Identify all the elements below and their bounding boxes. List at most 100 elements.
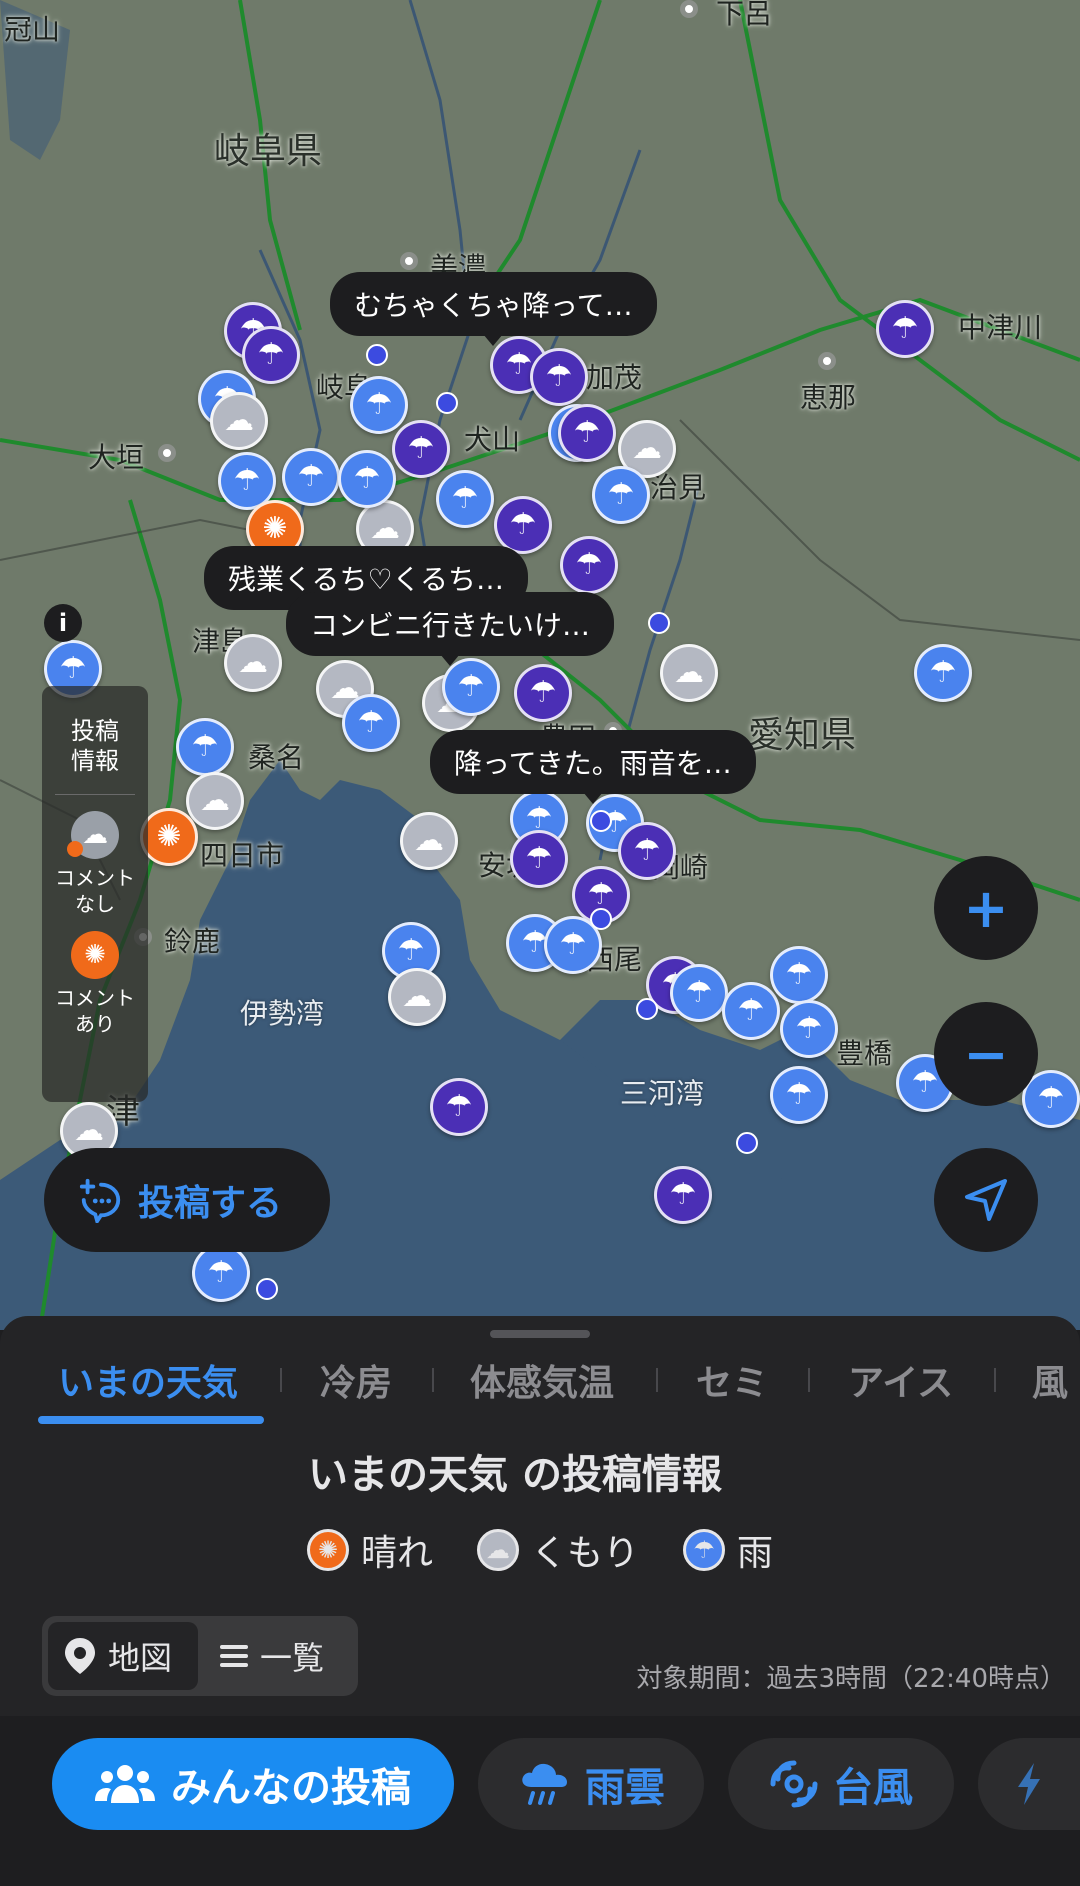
place-label: 桑名 xyxy=(248,741,305,774)
comment-bubble[interactable]: むちゃくちゃ降って… xyxy=(330,272,657,346)
rain-pin[interactable]: ☂ xyxy=(592,466,650,524)
comment-bubble[interactable]: コンビニ行きたいけ… xyxy=(286,592,615,666)
cloud-pin[interactable]: ☁ xyxy=(388,968,446,1026)
target-period-text: 対象期間：過去3時間（22:40時点） xyxy=(636,1664,1066,1694)
heavy-rain-pin[interactable]: ☂ xyxy=(558,404,616,462)
sun-icon: ✺ xyxy=(71,931,119,979)
map-view-label: 地図 xyxy=(108,1639,173,1677)
everyone-posts-label: みんなの投稿 xyxy=(171,1765,411,1811)
small-post-marker[interactable] xyxy=(256,1278,278,1300)
tab-cicada[interactable]: セミ xyxy=(696,1354,768,1406)
lightning-icon xyxy=(1018,1763,1040,1805)
small-post-marker[interactable] xyxy=(636,998,658,1020)
key-rain-label: 雨 xyxy=(737,1533,774,1574)
map-view-button[interactable]: 地図 xyxy=(48,1622,198,1690)
place-label: 大垣 xyxy=(88,441,145,474)
tab-divider xyxy=(808,1368,810,1392)
place-label: 加茂 xyxy=(586,361,643,394)
people-icon xyxy=(95,1765,155,1803)
legend-with-comment-label: コメントあり xyxy=(55,986,135,1036)
small-post-marker[interactable] xyxy=(590,908,612,930)
rain-pin[interactable]: ☂ xyxy=(780,1000,838,1058)
cloud-pin[interactable]: ☁ xyxy=(186,772,244,830)
heavy-rain-pin[interactable]: ☂ xyxy=(618,822,676,880)
typhoon-icon xyxy=(770,1760,818,1808)
rain-cloud-button[interactable]: 雨雲 xyxy=(478,1738,704,1830)
rain-cloud-label: 雨雲 xyxy=(585,1765,665,1811)
heavy-rain-pin[interactable]: ☂ xyxy=(494,496,552,554)
small-post-marker[interactable] xyxy=(736,1132,758,1154)
legend-divider xyxy=(55,794,135,795)
place-label: 豊橋 xyxy=(836,1037,893,1070)
list-view-button[interactable]: 一覧 xyxy=(218,1622,358,1690)
heavy-rain-pin[interactable]: ☂ xyxy=(430,1078,488,1136)
rain-pin[interactable]: ☂ xyxy=(342,694,400,752)
category-tabs: いまの天気 冷房 体感気温 セミ アイス 風 xyxy=(0,1354,1080,1424)
no-comment-dot-icon xyxy=(67,841,83,857)
rain-pin[interactable]: ☂ xyxy=(722,982,780,1040)
cloud-pin[interactable]: ☁ xyxy=(660,644,718,702)
rain-pin[interactable]: ☂ xyxy=(770,946,828,1004)
navigation-arrow-icon xyxy=(965,1179,1007,1221)
cloud-pin[interactable]: ☁ xyxy=(224,634,282,692)
heavy-rain-pin[interactable]: ☂ xyxy=(560,536,618,594)
rain-pin[interactable]: ☂ xyxy=(436,470,494,528)
key-cloudy-label: くもり xyxy=(530,1533,639,1574)
tab-divider xyxy=(280,1368,282,1392)
bay-label: 三河湾 xyxy=(620,1077,705,1110)
sun-icon: ✺ xyxy=(306,1529,349,1571)
rain-pin[interactable]: ☂ xyxy=(770,1066,828,1124)
rain-pin[interactable]: ☂ xyxy=(442,658,500,716)
sheet-drag-handle[interactable] xyxy=(490,1330,590,1338)
heavy-rain-pin[interactable]: ☂ xyxy=(514,664,572,722)
weather-map[interactable]: 冠山 下呂 岐阜県 美濃 岐阜 大垣 加茂 犬山 多治見 中津川 恵那 津島 豊… xyxy=(0,0,1080,1330)
typhoon-button[interactable]: 台風 xyxy=(728,1738,954,1830)
rain-pin[interactable]: ☂ xyxy=(192,1244,250,1302)
tab-divider xyxy=(994,1368,996,1392)
tab-ice-cream[interactable]: アイス xyxy=(848,1354,953,1406)
small-post-marker[interactable] xyxy=(590,810,612,832)
current-location-button[interactable] xyxy=(934,1148,1038,1252)
rain-pin[interactable]: ☂ xyxy=(670,964,728,1022)
post-button[interactable]: 投稿する xyxy=(44,1148,330,1252)
rain-pin[interactable]: ☂ xyxy=(914,644,972,702)
comment-bubble[interactable]: 降ってきた。雨音を… xyxy=(430,730,756,804)
lightning-button[interactable] xyxy=(978,1738,1080,1830)
tab-current-weather[interactable]: いまの天気 xyxy=(58,1354,238,1406)
place-label: 鈴鹿 xyxy=(164,925,221,958)
heavy-rain-pin[interactable]: ☂ xyxy=(654,1166,712,1224)
place-label: 中津川 xyxy=(958,311,1043,344)
zoom-out-button[interactable]: − xyxy=(934,1002,1038,1106)
city-dot xyxy=(818,352,836,370)
heavy-rain-pin[interactable]: ☂ xyxy=(510,830,568,888)
small-post-marker[interactable] xyxy=(648,612,670,634)
umbrella-icon: ☂ xyxy=(683,1529,725,1571)
place-label: 冠山 xyxy=(4,13,61,46)
heavy-rain-pin[interactable]: ☂ xyxy=(392,420,450,478)
tab-feels-like[interactable]: 体感気温 xyxy=(470,1354,614,1406)
cloud-pin[interactable]: ☁ xyxy=(210,392,268,450)
tab-cooling[interactable]: 冷房 xyxy=(320,1354,392,1406)
cloud-icon: ☁ xyxy=(67,811,119,859)
zoom-in-button[interactable]: + xyxy=(934,856,1038,960)
prefecture-label: 愛知県 xyxy=(748,715,857,756)
cloud-pin[interactable]: ☁ xyxy=(400,812,458,870)
city-dot xyxy=(400,252,418,270)
heavy-rain-pin[interactable]: ☂ xyxy=(242,326,300,384)
tab-wind[interactable]: 風 xyxy=(1032,1354,1068,1406)
heavy-rain-pin[interactable]: ☂ xyxy=(876,300,934,358)
info-button[interactable]: i xyxy=(44,604,82,642)
rain-pin[interactable]: ☂ xyxy=(350,376,408,434)
rain-pin[interactable]: ☂ xyxy=(338,450,396,508)
small-post-marker[interactable] xyxy=(366,344,388,366)
rain-pin[interactable]: ☂ xyxy=(176,718,234,776)
sunny-pin[interactable]: ✺ xyxy=(140,808,198,866)
typhoon-label: 台風 xyxy=(833,1765,913,1811)
rain-pin[interactable]: ☂ xyxy=(282,448,340,506)
city-dot xyxy=(680,0,698,18)
post-button-label: 投稿する xyxy=(138,1183,283,1224)
everyone-posts-button[interactable]: みんなの投稿 xyxy=(52,1738,454,1830)
small-post-marker[interactable] xyxy=(436,392,458,414)
post-legend-panel: 投稿情報 ☁ コメントなし ✺ コメントあり xyxy=(42,686,148,1102)
heavy-rain-pin[interactable]: ☂ xyxy=(530,348,588,406)
